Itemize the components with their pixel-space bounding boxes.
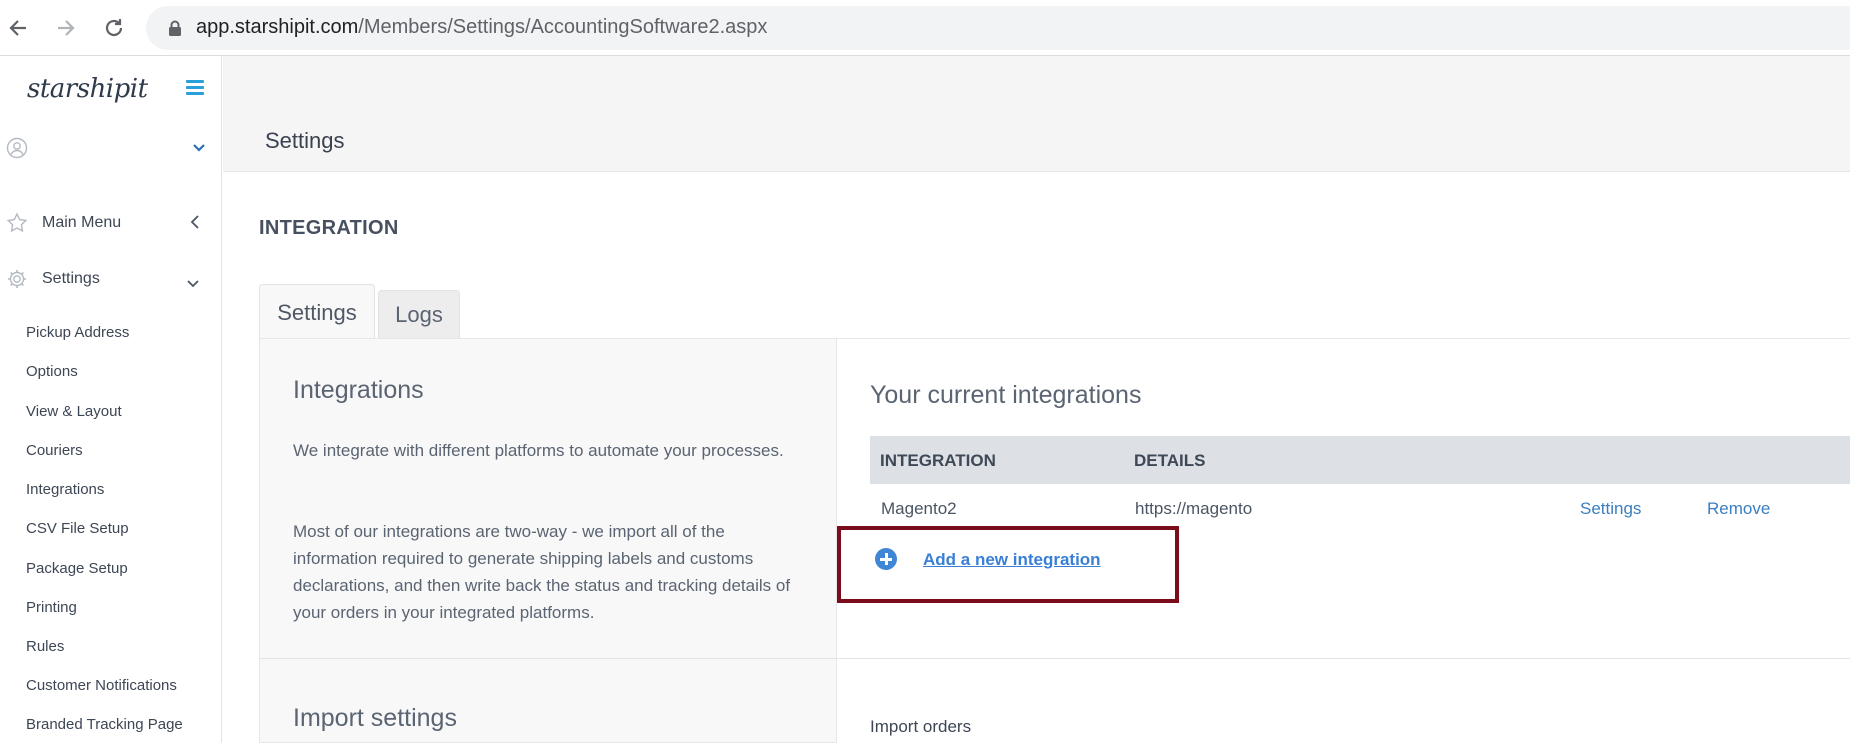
- logo[interactable]: starshipit: [27, 74, 148, 104]
- back-arrow-icon[interactable]: [2, 12, 34, 44]
- import-settings-heading: Import settings: [293, 704, 457, 732]
- user-account-menu[interactable]: [6, 134, 206, 164]
- section-title: INTEGRATION: [259, 217, 399, 239]
- sidebar-subitem-options[interactable]: Options: [26, 363, 78, 380]
- sidebar-subitem-couriers[interactable]: Couriers: [26, 442, 83, 459]
- reload-icon[interactable]: [98, 12, 130, 44]
- integration-name: Magento2: [881, 499, 957, 518]
- tab-logs[interactable]: Logs: [378, 290, 460, 338]
- sidebar-item-main-menu[interactable]: Main Menu: [6, 206, 206, 240]
- sidebar-subitem-customer-notifications[interactable]: Customer Notifications: [26, 677, 177, 694]
- column-header-details: DETAILS: [1134, 451, 1206, 470]
- chevron-left-icon: [190, 214, 200, 234]
- integration-remove-link[interactable]: Remove: [1707, 499, 1770, 519]
- address-bar[interactable]: app.starshipit.com/Members/Settings/Acco…: [146, 6, 1850, 50]
- column-header-integration: INTEGRATION: [880, 451, 996, 470]
- sidebar-subitem-printing[interactable]: Printing: [26, 599, 77, 616]
- tab-settings[interactable]: Settings: [259, 284, 375, 340]
- sidebar-subitem-branded-tracking-page[interactable]: Branded Tracking Page: [26, 716, 183, 733]
- page-title: Settings: [265, 128, 345, 153]
- chevron-down-icon: [186, 274, 200, 293]
- import-orders-label: Import orders: [870, 717, 972, 736]
- gear-icon: [8, 270, 26, 288]
- integration-details: https://magento: [1135, 499, 1253, 518]
- lock-icon: [168, 20, 182, 40]
- current-integrations-heading: Your current integrations: [870, 381, 1142, 409]
- browser-toolbar: app.starshipit.com/Members/Settings/Acco…: [0, 0, 1850, 56]
- sidebar-subitem-csv-file-setup[interactable]: CSV File Setup: [26, 520, 129, 537]
- sidebar-item-label: Settings: [42, 270, 100, 287]
- sidebar-subitem-package-setup[interactable]: Package Setup: [26, 560, 128, 577]
- add-new-integration-link[interactable]: Add a new integration: [923, 550, 1101, 570]
- sidebar-subitem-rules[interactable]: Rules: [26, 638, 64, 655]
- sidebar-item-label: Main Menu: [42, 214, 122, 231]
- integrations-heading: Integrations: [293, 376, 424, 404]
- integrations-table-header: INTEGRATION DETAILS: [870, 436, 1850, 484]
- main-content: Settings INTEGRATION Settings Logs Integ…: [223, 56, 1850, 743]
- plus-circle-icon[interactable]: [875, 548, 897, 570]
- star-icon: [6, 212, 28, 233]
- user-avatar-icon: [6, 137, 28, 159]
- hamburger-menu-icon[interactable]: [186, 80, 204, 96]
- sidebar-subitem-integrations[interactable]: Integrations: [26, 481, 104, 498]
- sidebar-item-settings[interactable]: Settings: [6, 262, 206, 296]
- page-header: Settings: [223, 56, 1850, 172]
- chevron-down-icon: [192, 138, 206, 157]
- integration-settings-link[interactable]: Settings: [1580, 499, 1641, 519]
- sidebar-subitem-pickup-address[interactable]: Pickup Address: [26, 324, 129, 341]
- integrations-description-detail: Most of our integrations are two-way - w…: [293, 522, 791, 622]
- divider: [259, 658, 1850, 659]
- integrations-description: We integrate with different platforms to…: [293, 441, 784, 460]
- sidebar-subitem-view-layout[interactable]: View & Layout: [26, 403, 122, 420]
- sidebar: starshipit Main Menu Settings Pickup Add…: [0, 56, 222, 743]
- forward-arrow-icon[interactable]: [50, 12, 82, 44]
- url-text: app.starshipit.com/Members/Settings/Acco…: [196, 16, 768, 38]
